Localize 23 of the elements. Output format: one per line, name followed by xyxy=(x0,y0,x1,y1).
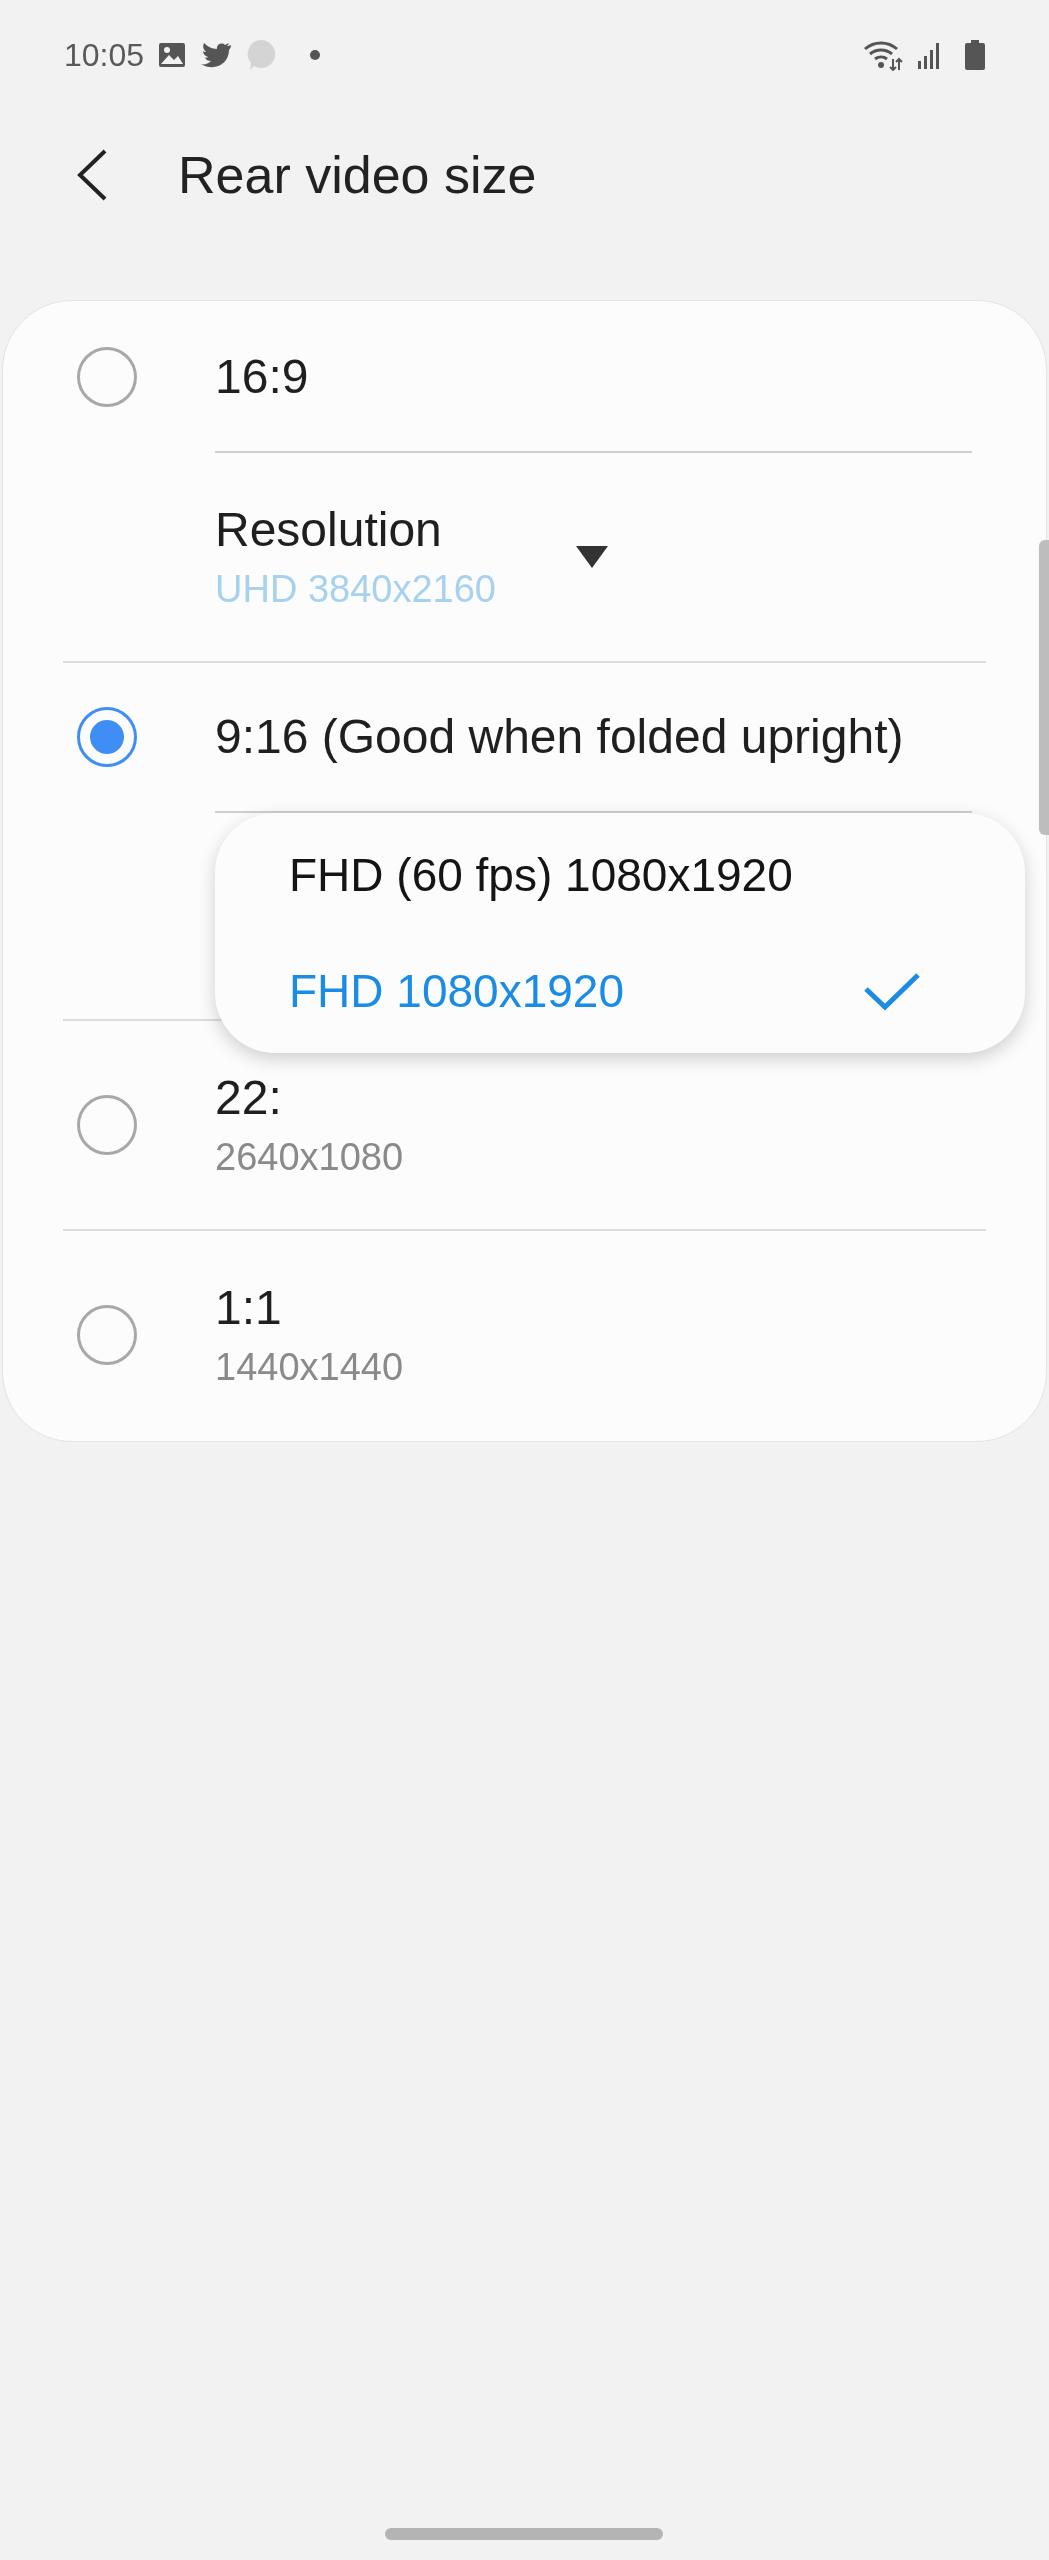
page-title: Rear video size xyxy=(178,145,537,206)
image-icon xyxy=(158,42,187,68)
wifi-icon xyxy=(863,39,903,71)
resolution-value: UHD 3840x2160 xyxy=(215,567,496,612)
resolution-label: Resolution xyxy=(215,502,443,558)
radio-button[interactable] xyxy=(77,1305,137,1365)
radio-button[interactable] xyxy=(77,1095,137,1155)
option-resolution: 2640x1080 xyxy=(215,1135,404,1180)
option-label: 9:16 (Good when folded upright) xyxy=(215,709,904,765)
battery-icon xyxy=(965,40,985,70)
menu-item[interactable]: FHD (60 fps) 1080x1920 xyxy=(215,817,1025,933)
bird-icon xyxy=(200,42,233,68)
back-icon[interactable] xyxy=(76,149,108,201)
chat-icon xyxy=(246,39,277,71)
dropdown-icon[interactable] xyxy=(575,546,608,568)
status-time: 10:05 xyxy=(64,36,145,75)
radio-button[interactable] xyxy=(77,347,137,407)
option-resolution: 1440x1440 xyxy=(215,1345,404,1390)
option-label: 16:9 xyxy=(215,349,309,405)
option-label: 1:1 xyxy=(215,1280,283,1336)
radio-button[interactable] xyxy=(77,707,137,767)
check-icon xyxy=(863,971,921,1011)
option-label: 22: xyxy=(215,1070,283,1126)
